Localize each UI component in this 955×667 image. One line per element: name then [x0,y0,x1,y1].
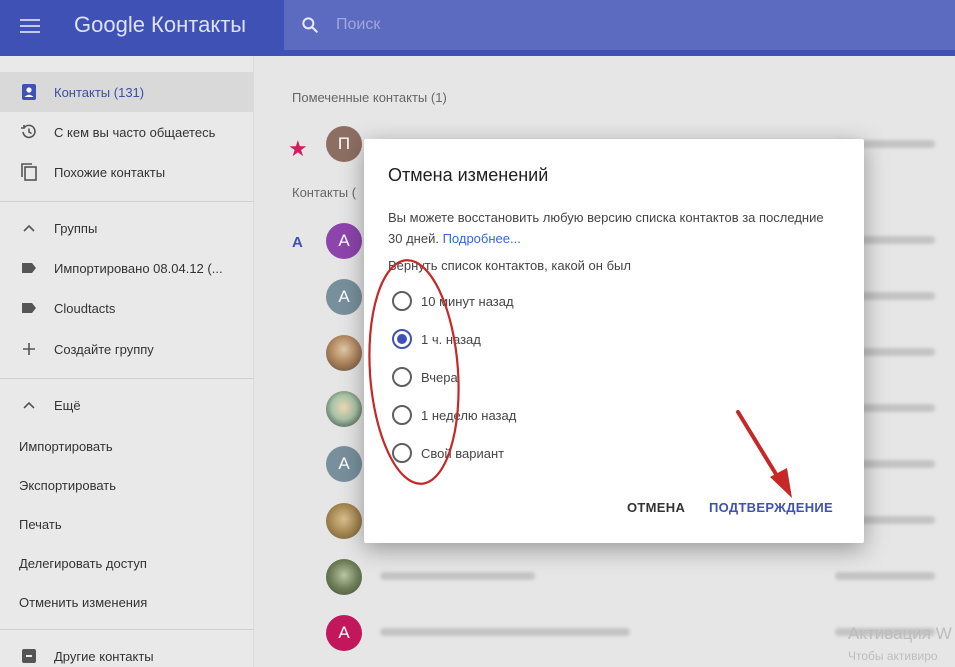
search-input[interactable] [336,12,736,38]
option-10-min[interactable]: 10 минут назад [392,289,514,313]
sidebar-item-delegate[interactable]: Делегировать доступ [0,543,254,583]
sidebar-item-export[interactable]: Экспортировать [0,465,254,505]
chevron-up-icon [20,219,38,237]
sidebar-item-groups[interactable]: Группы [0,208,254,248]
radio-button[interactable] [392,291,412,311]
star-icon[interactable]: ★ [288,136,308,162]
watermark-line2: Чтобы активиро [848,649,938,663]
radio-button[interactable] [392,443,412,463]
search-icon[interactable] [300,15,320,35]
redacted-text [380,628,630,636]
avatar[interactable]: A [326,446,362,482]
contacts-icon [20,83,38,101]
dialog-title: Отмена изменений [388,165,549,185]
sidebar-item-label: Импортировано 08.04.12 (... [54,260,223,276]
option-label: Свой вариант [421,445,505,461]
learn-more-link[interactable]: Подробнее... [443,231,521,246]
sidebar-item-undo-changes[interactable]: Отменить изменения [0,582,254,622]
option-custom[interactable]: Свой вариант [392,441,504,465]
archive-icon [20,647,38,665]
sidebar-item-duplicates[interactable]: Похожие контакты [0,152,254,192]
avatar[interactable]: A [326,223,362,259]
menu-icon[interactable] [18,16,42,40]
label-icon [20,299,38,317]
sidebar-divider [0,201,254,202]
sidebar-item-print[interactable]: Печать [0,504,254,544]
redacted-text [835,572,935,580]
sidebar-item-label: Импортировать [19,438,113,454]
dialog-subtitle: Вернуть список контактов, какой он был [388,258,631,273]
avatar[interactable] [326,391,362,427]
sidebar-item-more[interactable]: Ещё [0,385,254,425]
search-bar[interactable] [284,0,955,50]
letter-divider: A [292,234,303,251]
plus-icon [20,340,38,358]
sidebar-item-cloudtacts[interactable]: Cloudtacts [0,288,254,328]
option-1-hour[interactable]: 1 ч. назад [392,327,481,351]
app-header: Google Контакты [0,0,955,56]
cancel-button[interactable]: ОТМЕНА [627,500,685,515]
sidebar-divider [0,378,254,379]
confirm-button[interactable]: ПОДТВЕРЖДЕНИЕ [709,500,833,515]
sidebar-item-other-contacts[interactable]: Другие контакты [0,636,254,667]
contacts-section-label: Контакты ( [292,185,357,200]
copy-icon [20,163,38,181]
sidebar-item-contacts[interactable]: Контакты (131) [0,72,254,112]
sidebar-item-label: Контакты (131) [54,84,145,100]
avatar[interactable] [326,503,362,539]
sidebar-divider [0,629,254,630]
radio-button[interactable] [392,405,412,425]
sidebar-item-label: Делегировать доступ [19,555,147,571]
sidebar-item-label: Отменить изменения [19,594,148,610]
redacted-text [380,572,535,580]
avatar[interactable]: A [326,279,362,315]
option-label: 10 минут назад [421,293,514,309]
sidebar: Контакты (131) С кем вы часто общаетесь … [0,56,254,667]
avatar[interactable] [326,335,362,371]
history-icon [20,123,38,141]
avatar[interactable]: A [326,615,362,651]
undo-changes-dialog: Отмена изменений Вы можете восстановить … [364,139,864,543]
label-icon [20,259,38,277]
option-1-week[interactable]: 1 неделю назад [392,403,516,427]
sidebar-item-frequent[interactable]: С кем вы часто общаетесь [0,112,254,152]
radio-button[interactable] [392,329,412,349]
sidebar-item-create-group[interactable]: Создайте группу [0,329,254,369]
sidebar-item-import[interactable]: Импортировать [0,426,254,466]
option-label: 1 неделю назад [421,407,517,423]
sidebar-item-label: Ещё [54,397,81,413]
sidebar-item-label: Другие контакты [54,648,154,664]
sidebar-item-label: Экспортировать [19,477,116,493]
option-label: Вчера [421,369,458,385]
sidebar-item-label: Похожие контакты [54,164,166,180]
app-title: Google Контакты [74,12,247,37]
avatar[interactable] [326,559,362,595]
sidebar-item-label: Печать [19,516,62,532]
radio-button[interactable] [392,367,412,387]
chevron-up-icon [20,396,38,414]
avatar[interactable]: П [326,126,362,162]
watermark-line1: Активация W [848,624,952,643]
option-yesterday[interactable]: Вчера [392,365,458,389]
dialog-description: Вы можете восстановить любую версию спис… [388,207,828,249]
sidebar-item-label: С кем вы часто общаетесь [54,124,216,140]
sidebar-item-imported[interactable]: Импортировано 08.04.12 (... [0,248,254,288]
sidebar-item-label: Создайте группу [54,341,154,357]
sidebar-item-label: Группы [54,220,98,236]
starred-section-label: Помеченные контакты (1) [292,90,447,105]
option-label: 1 ч. назад [421,331,481,347]
sidebar-item-label: Cloudtacts [54,300,116,316]
